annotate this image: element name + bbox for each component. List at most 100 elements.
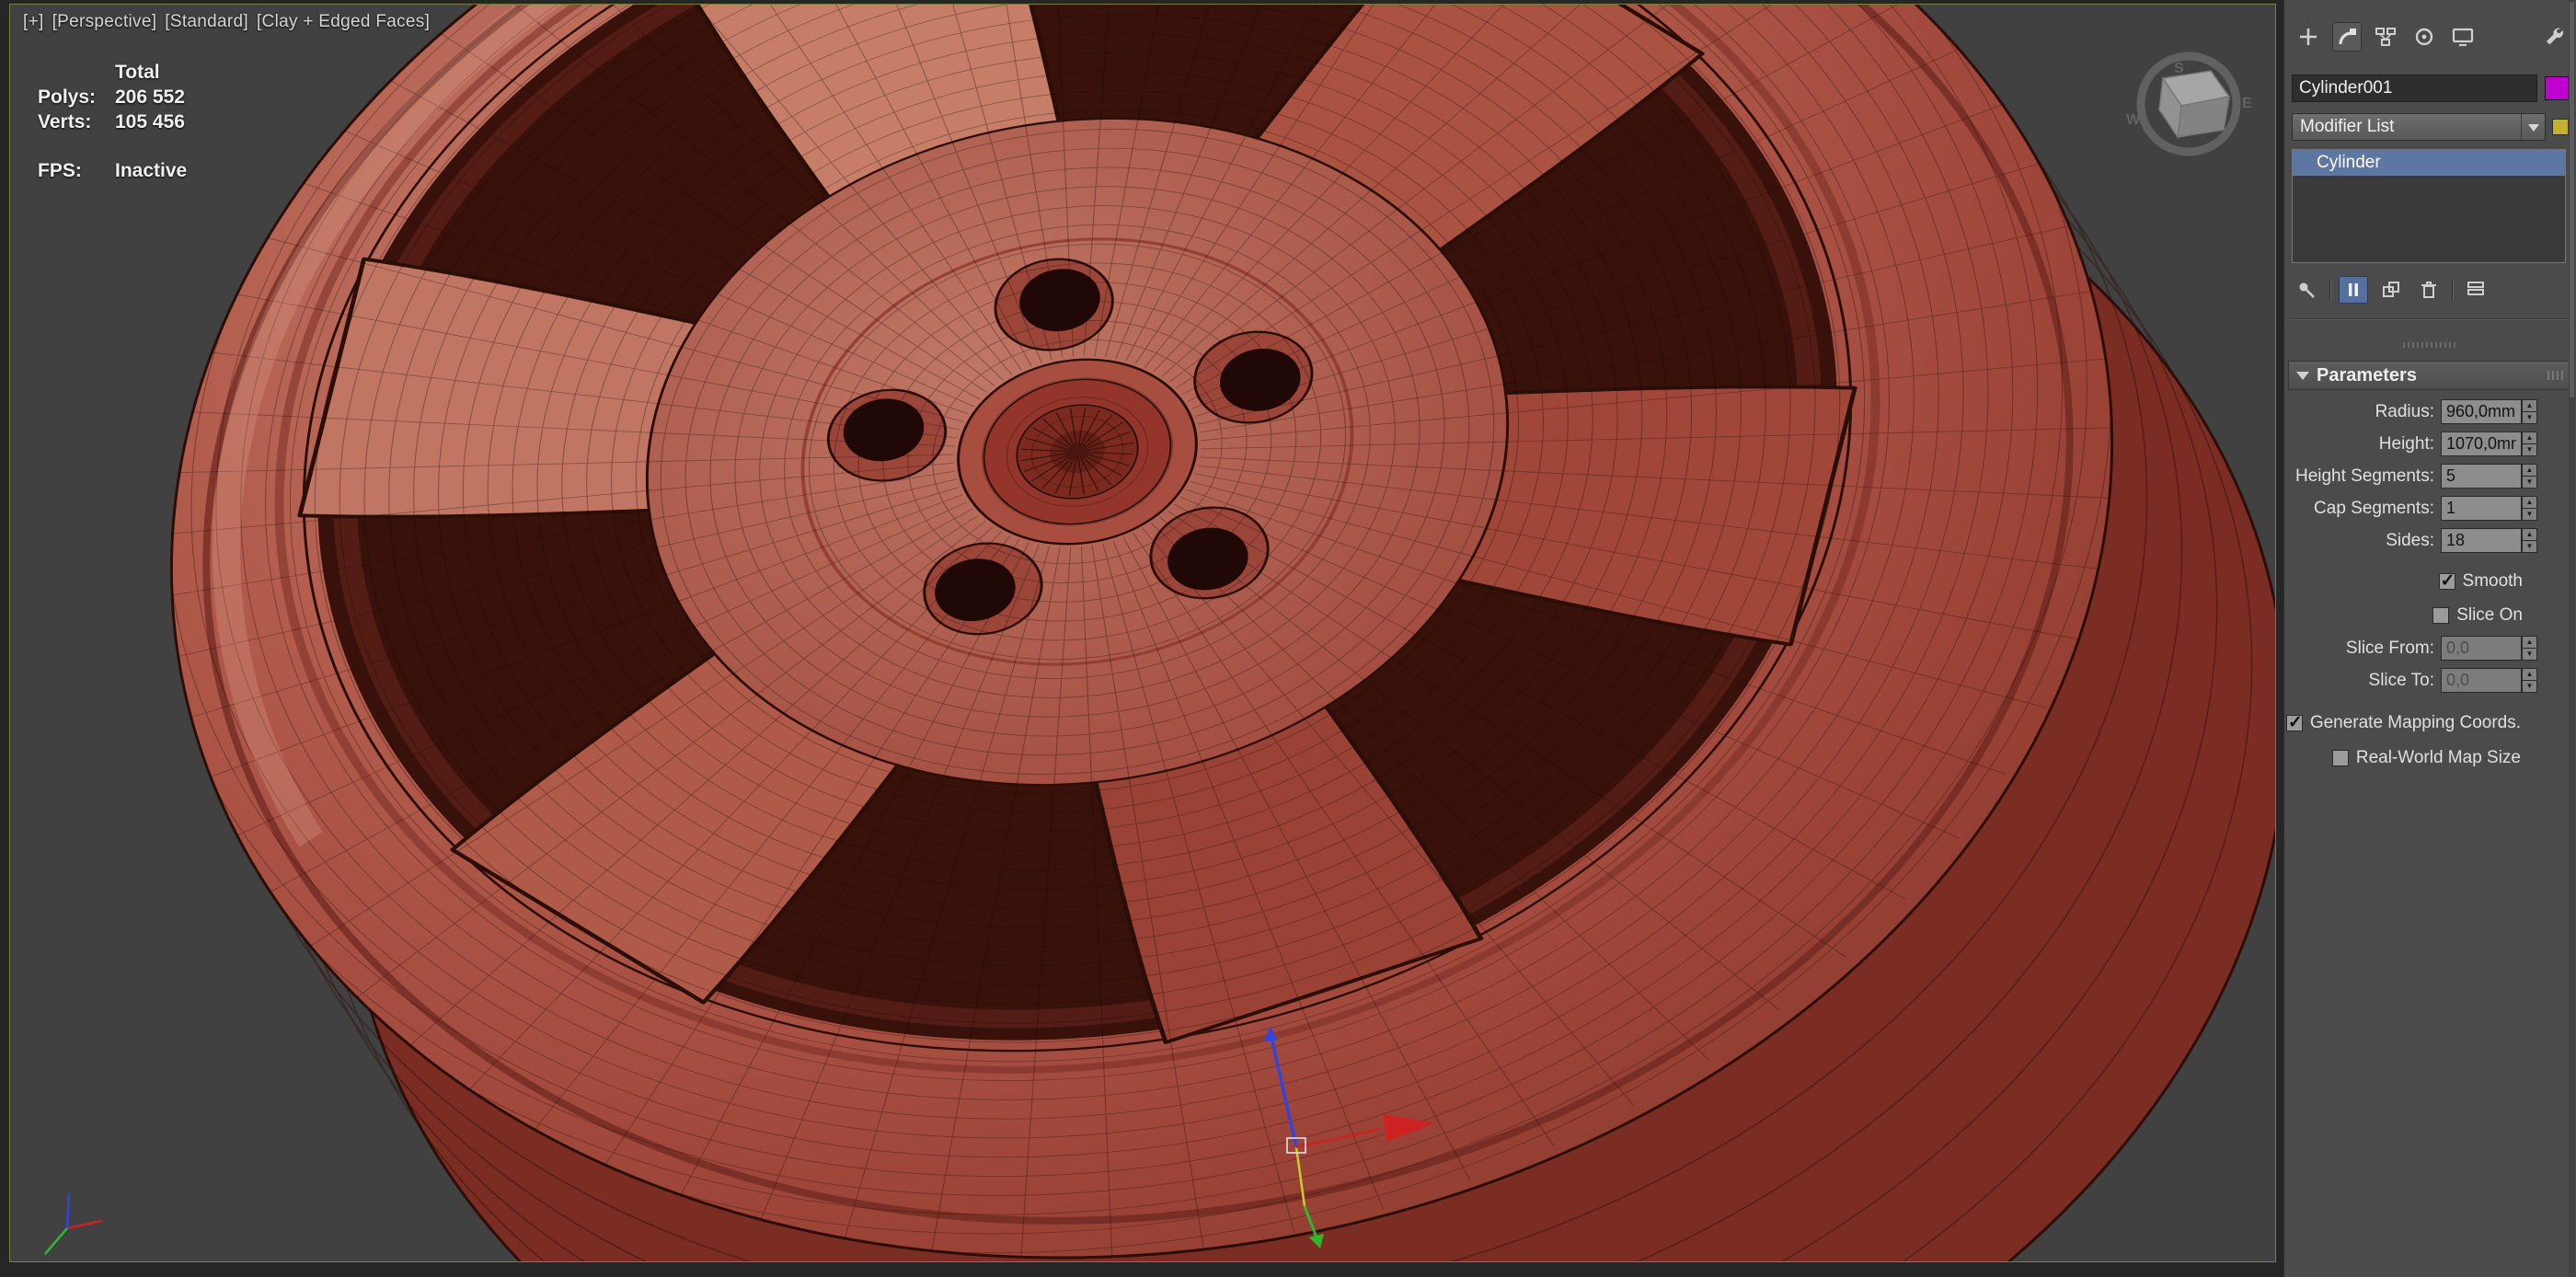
slice-from-row: Slice From: ▲▼	[2284, 632, 2576, 664]
display-icon	[2452, 28, 2474, 47]
make-unique-button[interactable]	[2376, 276, 2406, 304]
command-panel-tabs	[2294, 20, 2569, 53]
hierarchy-tab[interactable]	[2371, 22, 2400, 52]
smooth-row: Smooth	[2284, 564, 2576, 598]
height-segments-spinner[interactable]: ▲ ▼	[2522, 464, 2537, 489]
rollout-resize-grip[interactable]	[2402, 342, 2458, 348]
stack-toolbar	[2292, 274, 2569, 305]
stats-total-header: Total	[115, 62, 160, 83]
configure-modifier-sets-button[interactable]	[2461, 276, 2490, 304]
motion-tab[interactable]	[2409, 22, 2439, 52]
modifier-list-dropdown[interactable]: Modifier List	[2292, 113, 2546, 141]
rollout-grip-icon	[2547, 371, 2564, 380]
toolbar-separator	[2329, 280, 2330, 300]
panel-scrollbar-thumb[interactable]	[2570, 2, 2574, 397]
slice-from-field[interactable]	[2441, 636, 2522, 661]
viewport-shading-menu[interactable]: [Clay + Edged Faces]	[257, 12, 430, 32]
toolbar-separator	[2452, 280, 2453, 300]
height-segments-field[interactable]	[2441, 464, 2522, 489]
sides-spinner[interactable]: ▲ ▼	[2522, 528, 2537, 553]
remove-modifier-button[interactable]	[2414, 276, 2444, 304]
command-panel: Modifier List Cylinder	[2283, 0, 2576, 1277]
radius-label: Radius:	[2375, 401, 2434, 421]
pin-stack-button[interactable]	[2292, 276, 2321, 304]
slice-to-row: Slice To: ▲▼	[2284, 664, 2576, 696]
modifier-list-row: Modifier List	[2292, 112, 2569, 142]
real-world-map-size-label: Real-World Map Size	[2355, 748, 2521, 767]
height-field[interactable]	[2441, 431, 2522, 456]
show-end-result-icon	[2349, 283, 2358, 296]
real-world-map-size-checkbox[interactable]	[2331, 750, 2349, 766]
viewcube-west-label: W	[2126, 112, 2141, 128]
viewport-render-preset-menu[interactable]: [Standard]	[165, 12, 248, 32]
create-icon	[2300, 29, 2317, 45]
height-row: Height: ▲▼	[2284, 428, 2576, 460]
stats-verts-label: Verts:	[38, 111, 92, 132]
slice-on-label: Slice On	[2456, 604, 2523, 625]
generate-mapping-coords-row: Generate Mapping Coords.	[2284, 706, 2576, 741]
stats-verts-value: 105 456	[115, 111, 185, 132]
viewport-pov-menu[interactable]: [Perspective]	[52, 12, 157, 32]
configure-sets-icon	[2467, 282, 2484, 295]
height-segments-row: Height Segments: ▲▼	[2284, 460, 2576, 492]
slice-on-checkbox[interactable]	[2432, 606, 2450, 624]
generate-mapping-coords-label: Generate Mapping Coords.	[2309, 713, 2521, 732]
show-end-result-button[interactable]	[2339, 276, 2368, 304]
stats-fps-value: Inactive	[115, 160, 188, 181]
make-unique-icon	[2383, 282, 2399, 297]
modify-tab[interactable]	[2332, 22, 2362, 52]
smooth-checkbox[interactable]	[2438, 570, 2455, 592]
modifier-stack[interactable]: Cylinder	[2292, 149, 2566, 263]
world-axis-tripod	[44, 1192, 103, 1255]
slice-to-spinner[interactable]: ▲ ▼	[2522, 668, 2537, 693]
sides-row: Sides: ▲▼	[2284, 524, 2576, 557]
slice-from-spinner[interactable]: ▲ ▼	[2522, 636, 2537, 661]
viewport-statistics: Total Polys: 206 552 Verts: 105 456 FPS:…	[38, 60, 187, 183]
modify-icon	[2339, 29, 2356, 45]
object-color-swatch[interactable]	[2545, 76, 2569, 100]
display-tab[interactable]	[2448, 22, 2478, 52]
modifier-presets-icon[interactable]	[2552, 119, 2569, 135]
panel-scrollbar[interactable]	[2569, 0, 2575, 1277]
height-spinner[interactable]: ▲ ▼	[2522, 431, 2537, 456]
sides-field[interactable]	[2441, 528, 2522, 553]
wheel-model[interactable]	[10, 5, 2275, 1261]
viewport-general-menu[interactable]: [+]	[23, 12, 44, 32]
hierarchy-icon	[2375, 28, 2396, 46]
parameters-rollout-body: Radius: ▲▼ Height: ▲▼ Height Segments: ▲…	[2284, 396, 2576, 776]
viewcube-south-label: S	[2174, 61, 2184, 76]
panel-separator	[2288, 318, 2572, 320]
stats-polys-value: 206 552	[115, 86, 185, 108]
stats-spacer	[38, 60, 115, 85]
utilities-icon	[2547, 28, 2564, 45]
height-label: Height:	[2378, 433, 2434, 454]
cap-segments-label: Cap Segments:	[2314, 498, 2434, 518]
chevron-down-icon	[2521, 114, 2545, 140]
cap-segments-field[interactable]	[2441, 496, 2522, 521]
perspective-viewport[interactable]: S W E [+] [Perspective] [Standard] [Clay…	[9, 4, 2276, 1262]
radius-field[interactable]	[2441, 399, 2522, 424]
cap-segments-row: Cap Segments: ▲▼	[2284, 492, 2576, 524]
viewport-label: [+] [Perspective] [Standard] [Clay + Edg…	[23, 12, 430, 32]
slice-from-label: Slice From:	[2345, 638, 2434, 658]
generate-mapping-coords-checkbox[interactable]	[2285, 712, 2303, 733]
viewport-scene: S W E	[10, 5, 2275, 1261]
motion-icon	[2415, 28, 2433, 46]
slice-to-label: Slice To:	[2368, 670, 2434, 690]
parameters-rollout-header[interactable]: Parameters	[2288, 361, 2572, 390]
create-tab[interactable]	[2294, 22, 2323, 52]
rollout-expanded-icon	[2296, 372, 2309, 386]
utilities-tab[interactable]	[2539, 22, 2569, 52]
stack-item-cylinder[interactable]: Cylinder	[2293, 150, 2565, 176]
slice-to-field[interactable]	[2441, 668, 2522, 693]
object-name-field[interactable]	[2292, 75, 2537, 102]
cap-segments-spinner[interactable]: ▲ ▼	[2522, 496, 2537, 521]
radius-row: Radius: ▲▼	[2284, 396, 2576, 428]
smooth-label: Smooth	[2462, 570, 2523, 591]
radius-spinner[interactable]: ▲ ▼	[2522, 399, 2537, 424]
height-segments-label: Height Segments:	[2294, 466, 2434, 486]
slice-on-row: Slice On	[2284, 598, 2576, 632]
viewcube-east-label: E	[2242, 96, 2252, 111]
3dsmax-window: S W E [+] [Perspective] [Standard] [Clay…	[0, 0, 2576, 1277]
viewcube[interactable]: S W E	[2126, 52, 2252, 156]
